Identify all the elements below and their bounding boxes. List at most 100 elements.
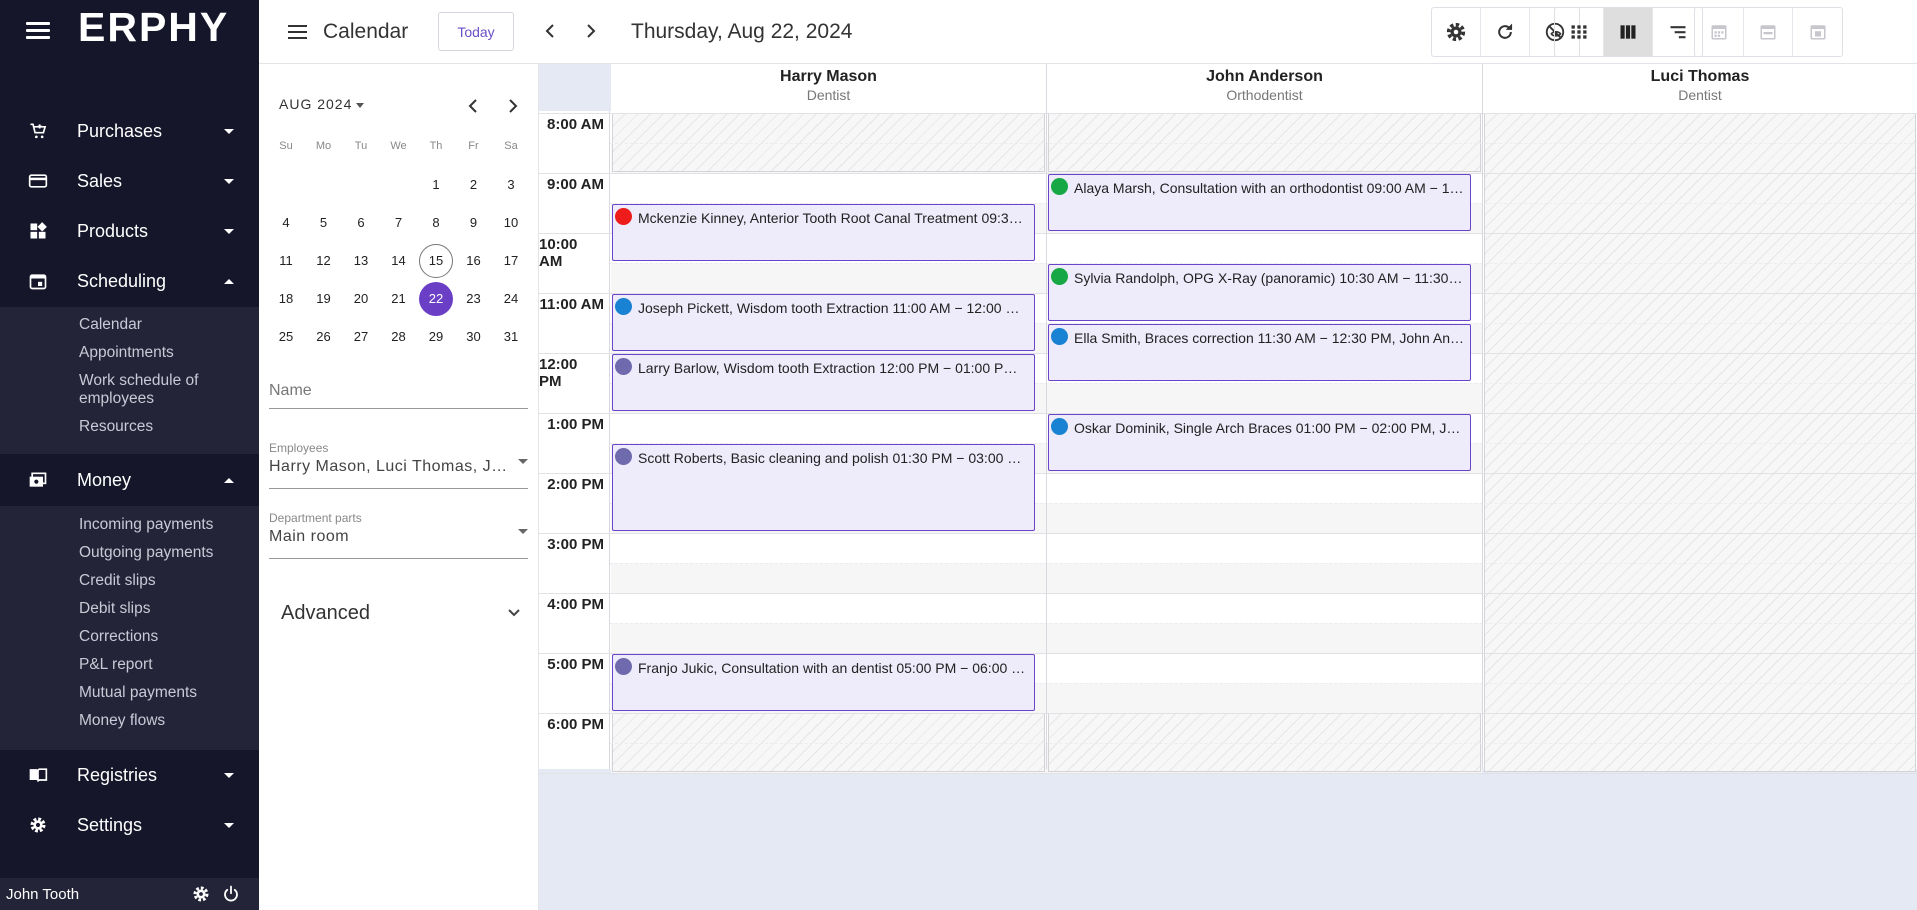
calendar-day[interactable]: 4 <box>269 206 303 240</box>
submenu-item-credit-slips[interactable]: Credit slips <box>79 572 156 590</box>
employee-role: Orthodentist <box>1226 87 1303 103</box>
employees-label: Employees <box>269 441 329 455</box>
calendar-day[interactable]: 18 <box>269 282 303 316</box>
hour-line <box>539 773 1917 774</box>
submenu-item-money-flows[interactable]: Money flows <box>79 712 165 730</box>
sidebar-item-settings[interactable]: Settings <box>0 805 259 845</box>
month-range-button[interactable] <box>1793 8 1842 56</box>
calendar-day[interactable]: 31 <box>494 320 528 354</box>
submenu-item-corrections[interactable]: Corrections <box>79 628 158 646</box>
calendar-day[interactable]: 28 <box>382 320 416 354</box>
chevron-left-icon <box>545 24 554 38</box>
sidebar-item-sales[interactable]: Sales <box>0 161 259 201</box>
status-dot-icon <box>615 298 632 315</box>
calendar-day[interactable]: 23 <box>457 282 491 316</box>
calendar-day[interactable]: 29 <box>419 320 453 354</box>
calendar-day[interactable]: 26 <box>307 320 341 354</box>
calendar-day[interactable]: 10 <box>494 206 528 240</box>
power-icon[interactable] <box>222 885 240 908</box>
calendar-day[interactable]: 30 <box>457 320 491 354</box>
calendar-day[interactable]: 1 <box>419 168 453 202</box>
settings-button[interactable] <box>1432 8 1481 56</box>
employee-role: Dentist <box>1678 87 1722 103</box>
submenu-item-resources[interactable]: Resources <box>79 418 153 436</box>
submenu-item-work-schedule[interactable]: Work schedule of employees <box>79 372 229 408</box>
appointment-event[interactable]: Joseph Pickett, Wisdom tooth Extraction … <box>612 294 1035 351</box>
submenu-item-incoming-payments[interactable]: Incoming payments <box>79 516 213 534</box>
current-date: Thursday, Aug 22, 2024 <box>631 20 853 43</box>
appointment-event[interactable]: Larry Barlow, Wisdom tooth Extraction 12… <box>612 354 1035 411</box>
time-label: 1:00 PM <box>547 416 604 433</box>
appointment-text: Mckenzie Kinney, Anterior Tooth Root Can… <box>638 210 1028 226</box>
calendar-day[interactable]: 19 <box>307 282 341 316</box>
submenu-item-outgoing-payments[interactable]: Outgoing payments <box>79 544 213 562</box>
employees-select[interactable]: Harry Mason, Luci Thomas, John Anderson <box>269 458 514 476</box>
appointment-text: Franjo Jukic, Consultation with an denti… <box>638 660 1028 676</box>
dropdown-caret-icon <box>518 529 528 534</box>
refresh-button[interactable] <box>1481 8 1530 56</box>
calendar-day[interactable]: 2 <box>457 168 491 202</box>
calendar-day[interactable]: 20 <box>344 282 378 316</box>
appointment-event[interactable]: Alaya Marsh, Consultation with an orthod… <box>1048 174 1471 231</box>
submenu-item-mutual-payments[interactable]: Mutual payments <box>79 684 197 702</box>
weekday-label: Su <box>279 140 293 152</box>
submenu-item-appointments[interactable]: Appointments <box>79 344 174 362</box>
calendar-day[interactable]: 24 <box>494 282 528 316</box>
appointment-event[interactable]: Oskar Dominik, Single Arch Braces 01:00 … <box>1048 414 1471 471</box>
calendar-day[interactable]: 3 <box>494 168 528 202</box>
submenu-item-pl-report[interactable]: P&L report <box>79 656 153 674</box>
calendar-day[interactable]: 13 <box>344 244 378 278</box>
name-search-input[interactable] <box>269 374 528 409</box>
month-selector[interactable]: AUG 2024 <box>279 96 365 112</box>
calendar-day[interactable]: 7 <box>382 206 416 240</box>
chevron-down-icon <box>224 772 234 778</box>
calendar-day[interactable]: 8 <box>419 206 453 240</box>
sidebar-item-registries[interactable]: Registries <box>0 755 259 795</box>
calendar-day[interactable]: 15 <box>419 244 453 278</box>
submenu-item-calendar[interactable]: Calendar <box>79 316 142 334</box>
user-settings-icon[interactable] <box>192 885 210 908</box>
prev-month-button[interactable] <box>463 96 483 116</box>
chevron-down-icon[interactable] <box>507 608 521 618</box>
time-label: 9:00 AM <box>547 176 604 193</box>
day-range-button[interactable] <box>1695 8 1744 56</box>
half-hour-line <box>610 743 1917 744</box>
hour-line <box>539 713 1917 714</box>
calendar-day[interactable]: 25 <box>269 320 303 354</box>
refresh-icon <box>1498 23 1513 39</box>
columns-view-button[interactable] <box>1604 8 1653 56</box>
calendar-day[interactable]: 22 <box>419 282 453 316</box>
calendar-day[interactable]: 16 <box>457 244 491 278</box>
calendar-day[interactable]: 27 <box>344 320 378 354</box>
hour-line <box>539 113 1917 114</box>
calendar-day[interactable]: 5 <box>307 206 341 240</box>
today-button[interactable]: Today <box>438 12 514 51</box>
calendar-day[interactable]: 21 <box>382 282 416 316</box>
appointment-event[interactable]: Ella Smith, Braces correction 11:30 AM −… <box>1048 324 1471 381</box>
appointment-text: Scott Roberts, Basic cleaning and polish… <box>638 450 1028 466</box>
next-day-button[interactable] <box>579 18 603 44</box>
menu-icon[interactable] <box>288 25 307 39</box>
appointment-event[interactable]: Franjo Jukic, Consultation with an denti… <box>612 654 1035 711</box>
menu-toggle-icon[interactable] <box>26 22 50 40</box>
department-select[interactable]: Main room <box>269 528 514 546</box>
advanced-toggle[interactable]: Advanced <box>281 602 370 625</box>
grid-view-button[interactable] <box>1555 8 1604 56</box>
submenu-item-debit-slips[interactable]: Debit slips <box>79 600 151 618</box>
calendar-day[interactable]: 14 <box>382 244 416 278</box>
sidebar-item-products[interactable]: Products <box>0 211 259 251</box>
next-month-button[interactable] <box>503 96 523 116</box>
calendar-day[interactable]: 11 <box>269 244 303 278</box>
calendar-day[interactable]: 17 <box>494 244 528 278</box>
appointment-event[interactable]: Scott Roberts, Basic cleaning and polish… <box>612 444 1035 531</box>
appointment-event[interactable]: Sylvia Randolph, OPG X-Ray (panoramic) 1… <box>1048 264 1471 321</box>
calendar-day[interactable]: 12 <box>307 244 341 278</box>
sidebar-item-scheduling[interactable]: Scheduling <box>0 261 259 301</box>
sidebar-item-money[interactable]: Money <box>0 460 259 500</box>
appointment-event[interactable]: Mckenzie Kinney, Anterior Tooth Root Can… <box>612 204 1035 261</box>
week-range-button[interactable] <box>1744 8 1793 56</box>
calendar-day[interactable]: 9 <box>457 206 491 240</box>
calendar-day[interactable]: 6 <box>344 206 378 240</box>
prev-day-button[interactable] <box>538 18 562 44</box>
sidebar-item-purchases[interactable]: Purchases <box>0 111 259 151</box>
